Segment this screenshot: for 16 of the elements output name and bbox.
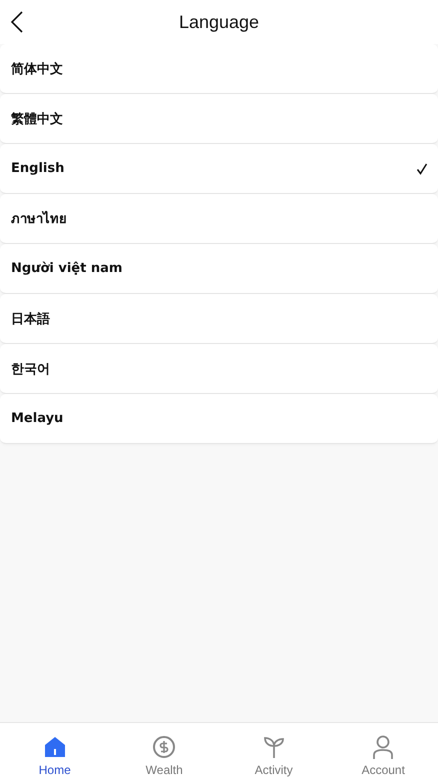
language-option[interactable]: 한국어 bbox=[0, 344, 438, 394]
back-button[interactable] bbox=[10, 11, 24, 33]
language-option[interactable]: Melayu bbox=[0, 394, 438, 444]
page-title: Language bbox=[178, 12, 260, 32]
tab-bar-item[interactable]: Activity bbox=[219, 723, 328, 784]
language-option[interactable]: 繁體中文 bbox=[0, 94, 438, 144]
dollar-coin-icon bbox=[151, 734, 178, 760]
tab-bar-item[interactable]: Wealth bbox=[110, 723, 219, 784]
language-option[interactable]: 日本語 bbox=[0, 294, 438, 344]
tab-bar-item[interactable]: Account bbox=[328, 723, 438, 784]
back-icon bbox=[10, 11, 24, 33]
language-option[interactable]: English bbox=[0, 144, 438, 194]
tab-bar-item[interactable]: Home bbox=[0, 723, 110, 784]
language-option[interactable]: 简体中文 bbox=[0, 44, 438, 94]
language-option[interactable]: Người việt nam bbox=[0, 244, 438, 294]
language-option[interactable]: ภาษาไทย bbox=[0, 194, 438, 244]
